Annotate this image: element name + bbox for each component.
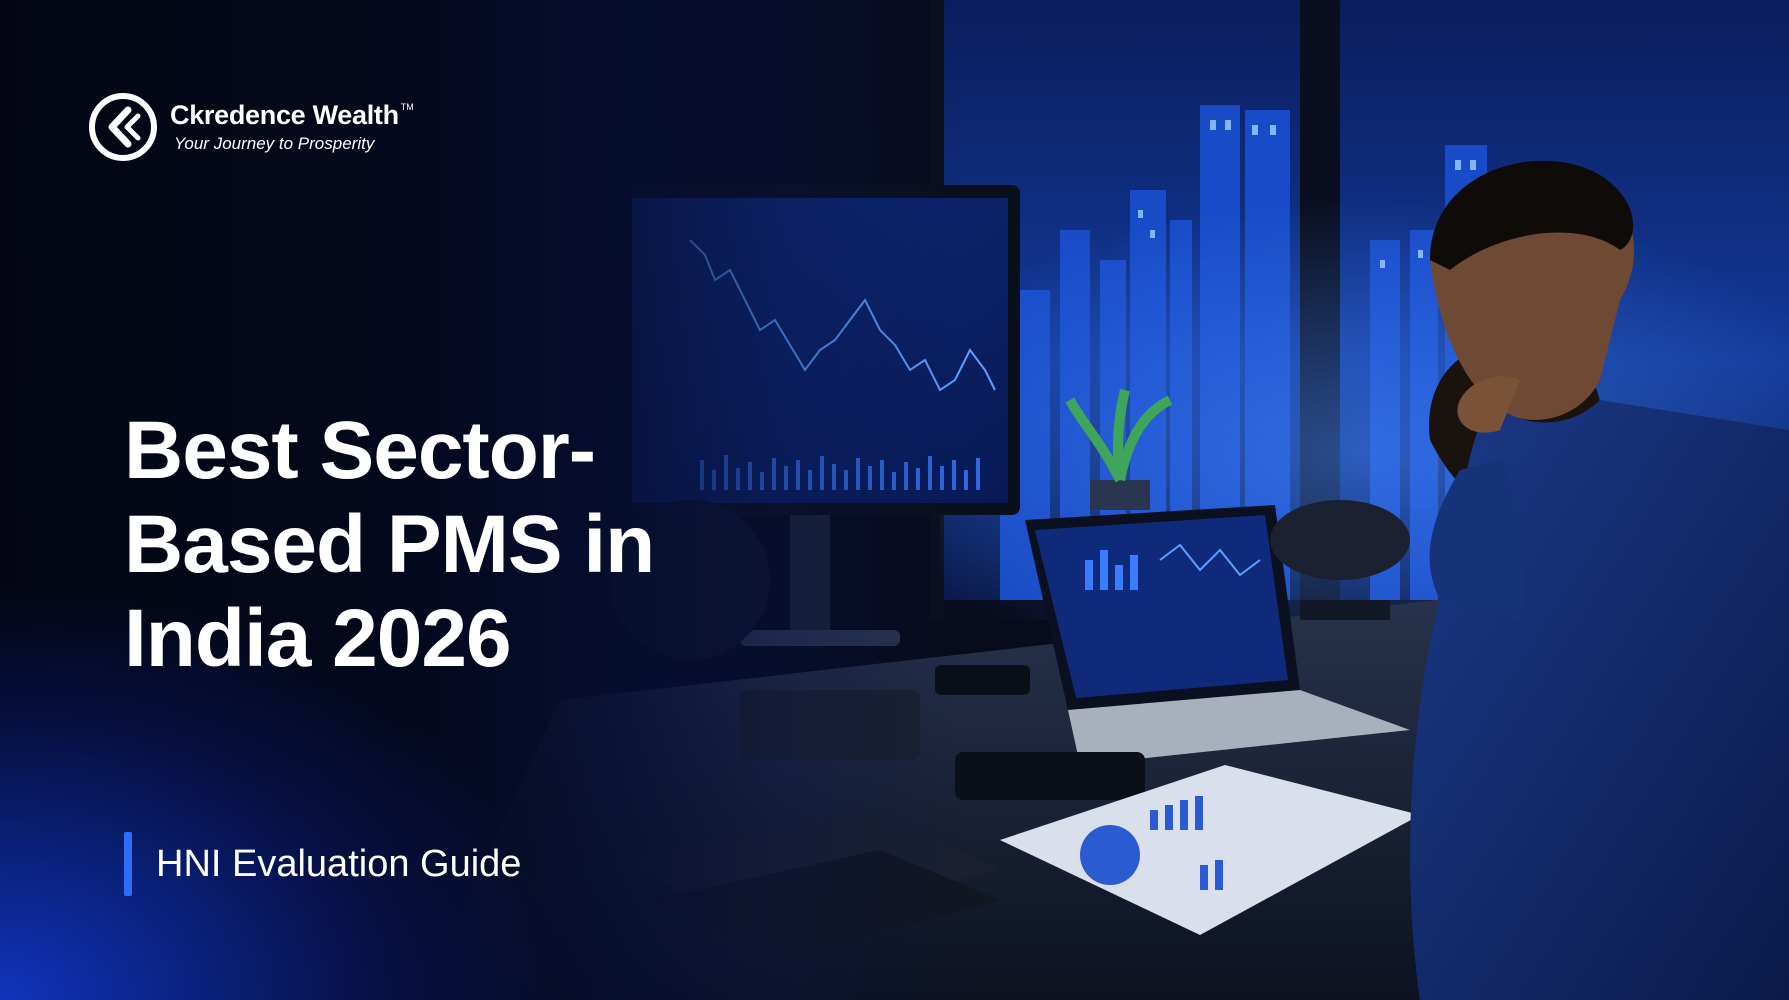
page-title: Best Sector- Based PMS in India 2026 [124, 404, 784, 686]
subtitle: HNI Evaluation Guide [124, 832, 521, 896]
hero-banner: Ckredence Wealth TM Your Journey to Pros… [0, 0, 1789, 1000]
brand-name: Ckredence Wealth [170, 100, 399, 130]
headline-line-2: Based PMS in [124, 499, 655, 590]
brand-tagline: Your Journey to Prosperity [174, 134, 375, 153]
subtitle-text: HNI Evaluation Guide [156, 842, 522, 885]
ckredence-logo-icon [89, 93, 157, 161]
accent-bar [124, 832, 132, 896]
headline-line-1: Best Sector- [124, 405, 596, 496]
headline-line-3: India 2026 [124, 593, 512, 684]
trademark-symbol: TM [400, 102, 414, 112]
brand-text: Ckredence Wealth TM Your Journey to Pros… [170, 100, 414, 154]
brand-logo[interactable]: Ckredence Wealth TM Your Journey to Pros… [88, 92, 414, 162]
